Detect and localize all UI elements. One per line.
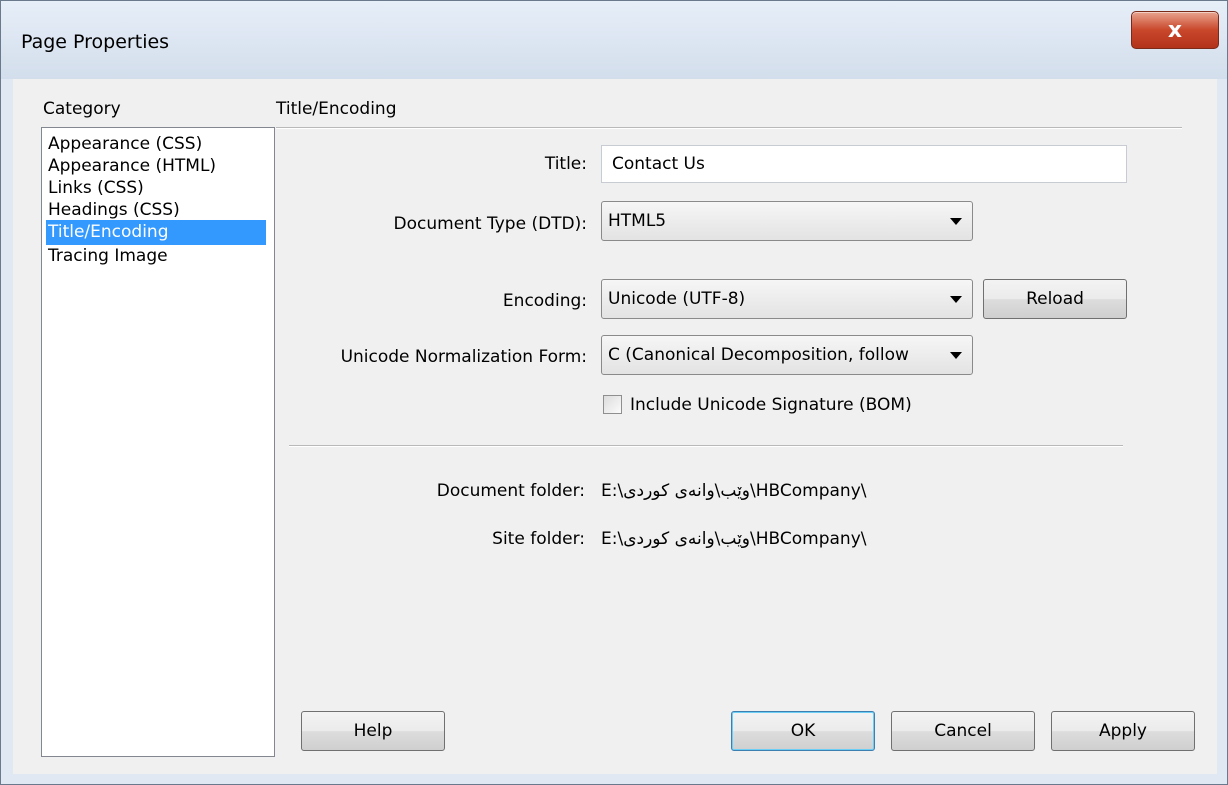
- help-button[interactable]: Help: [301, 711, 445, 751]
- category-item-title-encoding[interactable]: Title/Encoding: [46, 220, 266, 245]
- category-item-tracing-image[interactable]: Tracing Image: [46, 244, 266, 269]
- cancel-button[interactable]: Cancel: [891, 711, 1035, 751]
- close-button[interactable]: x: [1131, 11, 1219, 49]
- doctype-value: HTML5: [608, 211, 667, 231]
- title-input-value: Contact Us: [612, 154, 705, 174]
- ok-button[interactable]: OK: [731, 711, 875, 751]
- title-bar: Page Properties x: [1, 1, 1227, 79]
- reload-button-label: Reload: [1026, 289, 1084, 309]
- page-properties-dialog: Page Properties x Category Appearance (C…: [0, 0, 1228, 785]
- site-folder-label: Site folder:: [492, 529, 585, 549]
- window-title: Page Properties: [21, 31, 170, 53]
- help-button-label: Help: [353, 721, 393, 741]
- chevron-down-icon: [950, 295, 962, 303]
- site-folder-value: E:\وێب\وانەی کوردی\HBCompany\: [601, 529, 867, 549]
- bom-label[interactable]: Include Unicode Signature (BOM): [630, 395, 912, 415]
- title-input[interactable]: Contact Us: [601, 145, 1127, 183]
- ok-button-label: OK: [790, 721, 816, 741]
- document-folder-value: E:\وێب\وانەی کوردی\HBCompany\: [601, 481, 867, 501]
- apply-button-label: Apply: [1099, 721, 1147, 741]
- doctype-label: Document Type (DTD):: [393, 214, 587, 234]
- encoding-select[interactable]: Unicode (UTF-8): [601, 279, 973, 319]
- normalization-label: Unicode Normalization Form:: [340, 347, 587, 367]
- section-title: Title/Encoding: [276, 99, 397, 119]
- reload-button[interactable]: Reload: [983, 279, 1127, 319]
- encoding-label: Encoding:: [502, 291, 587, 311]
- category-list[interactable]: Appearance (CSS) Appearance (HTML) Links…: [41, 127, 275, 757]
- cancel-button-label: Cancel: [934, 721, 992, 741]
- apply-button[interactable]: Apply: [1051, 711, 1195, 751]
- normalization-select[interactable]: C (Canonical Decomposition, follow: [601, 335, 973, 375]
- info-divider: [289, 445, 1123, 447]
- category-heading: Category: [43, 99, 121, 119]
- dialog-body: Category Appearance (CSS) Appearance (HT…: [13, 79, 1217, 774]
- chevron-down-icon: [950, 217, 962, 225]
- normalization-value: C (Canonical Decomposition, follow: [608, 345, 909, 365]
- chevron-down-icon: [950, 351, 962, 359]
- close-icon: x: [1167, 17, 1183, 43]
- doctype-select[interactable]: HTML5: [601, 201, 973, 241]
- document-folder-label: Document folder:: [436, 481, 585, 501]
- title-label: Title:: [544, 154, 587, 174]
- bom-checkbox[interactable]: [603, 395, 622, 414]
- section-divider: [276, 127, 1182, 129]
- encoding-value: Unicode (UTF-8): [608, 289, 746, 309]
